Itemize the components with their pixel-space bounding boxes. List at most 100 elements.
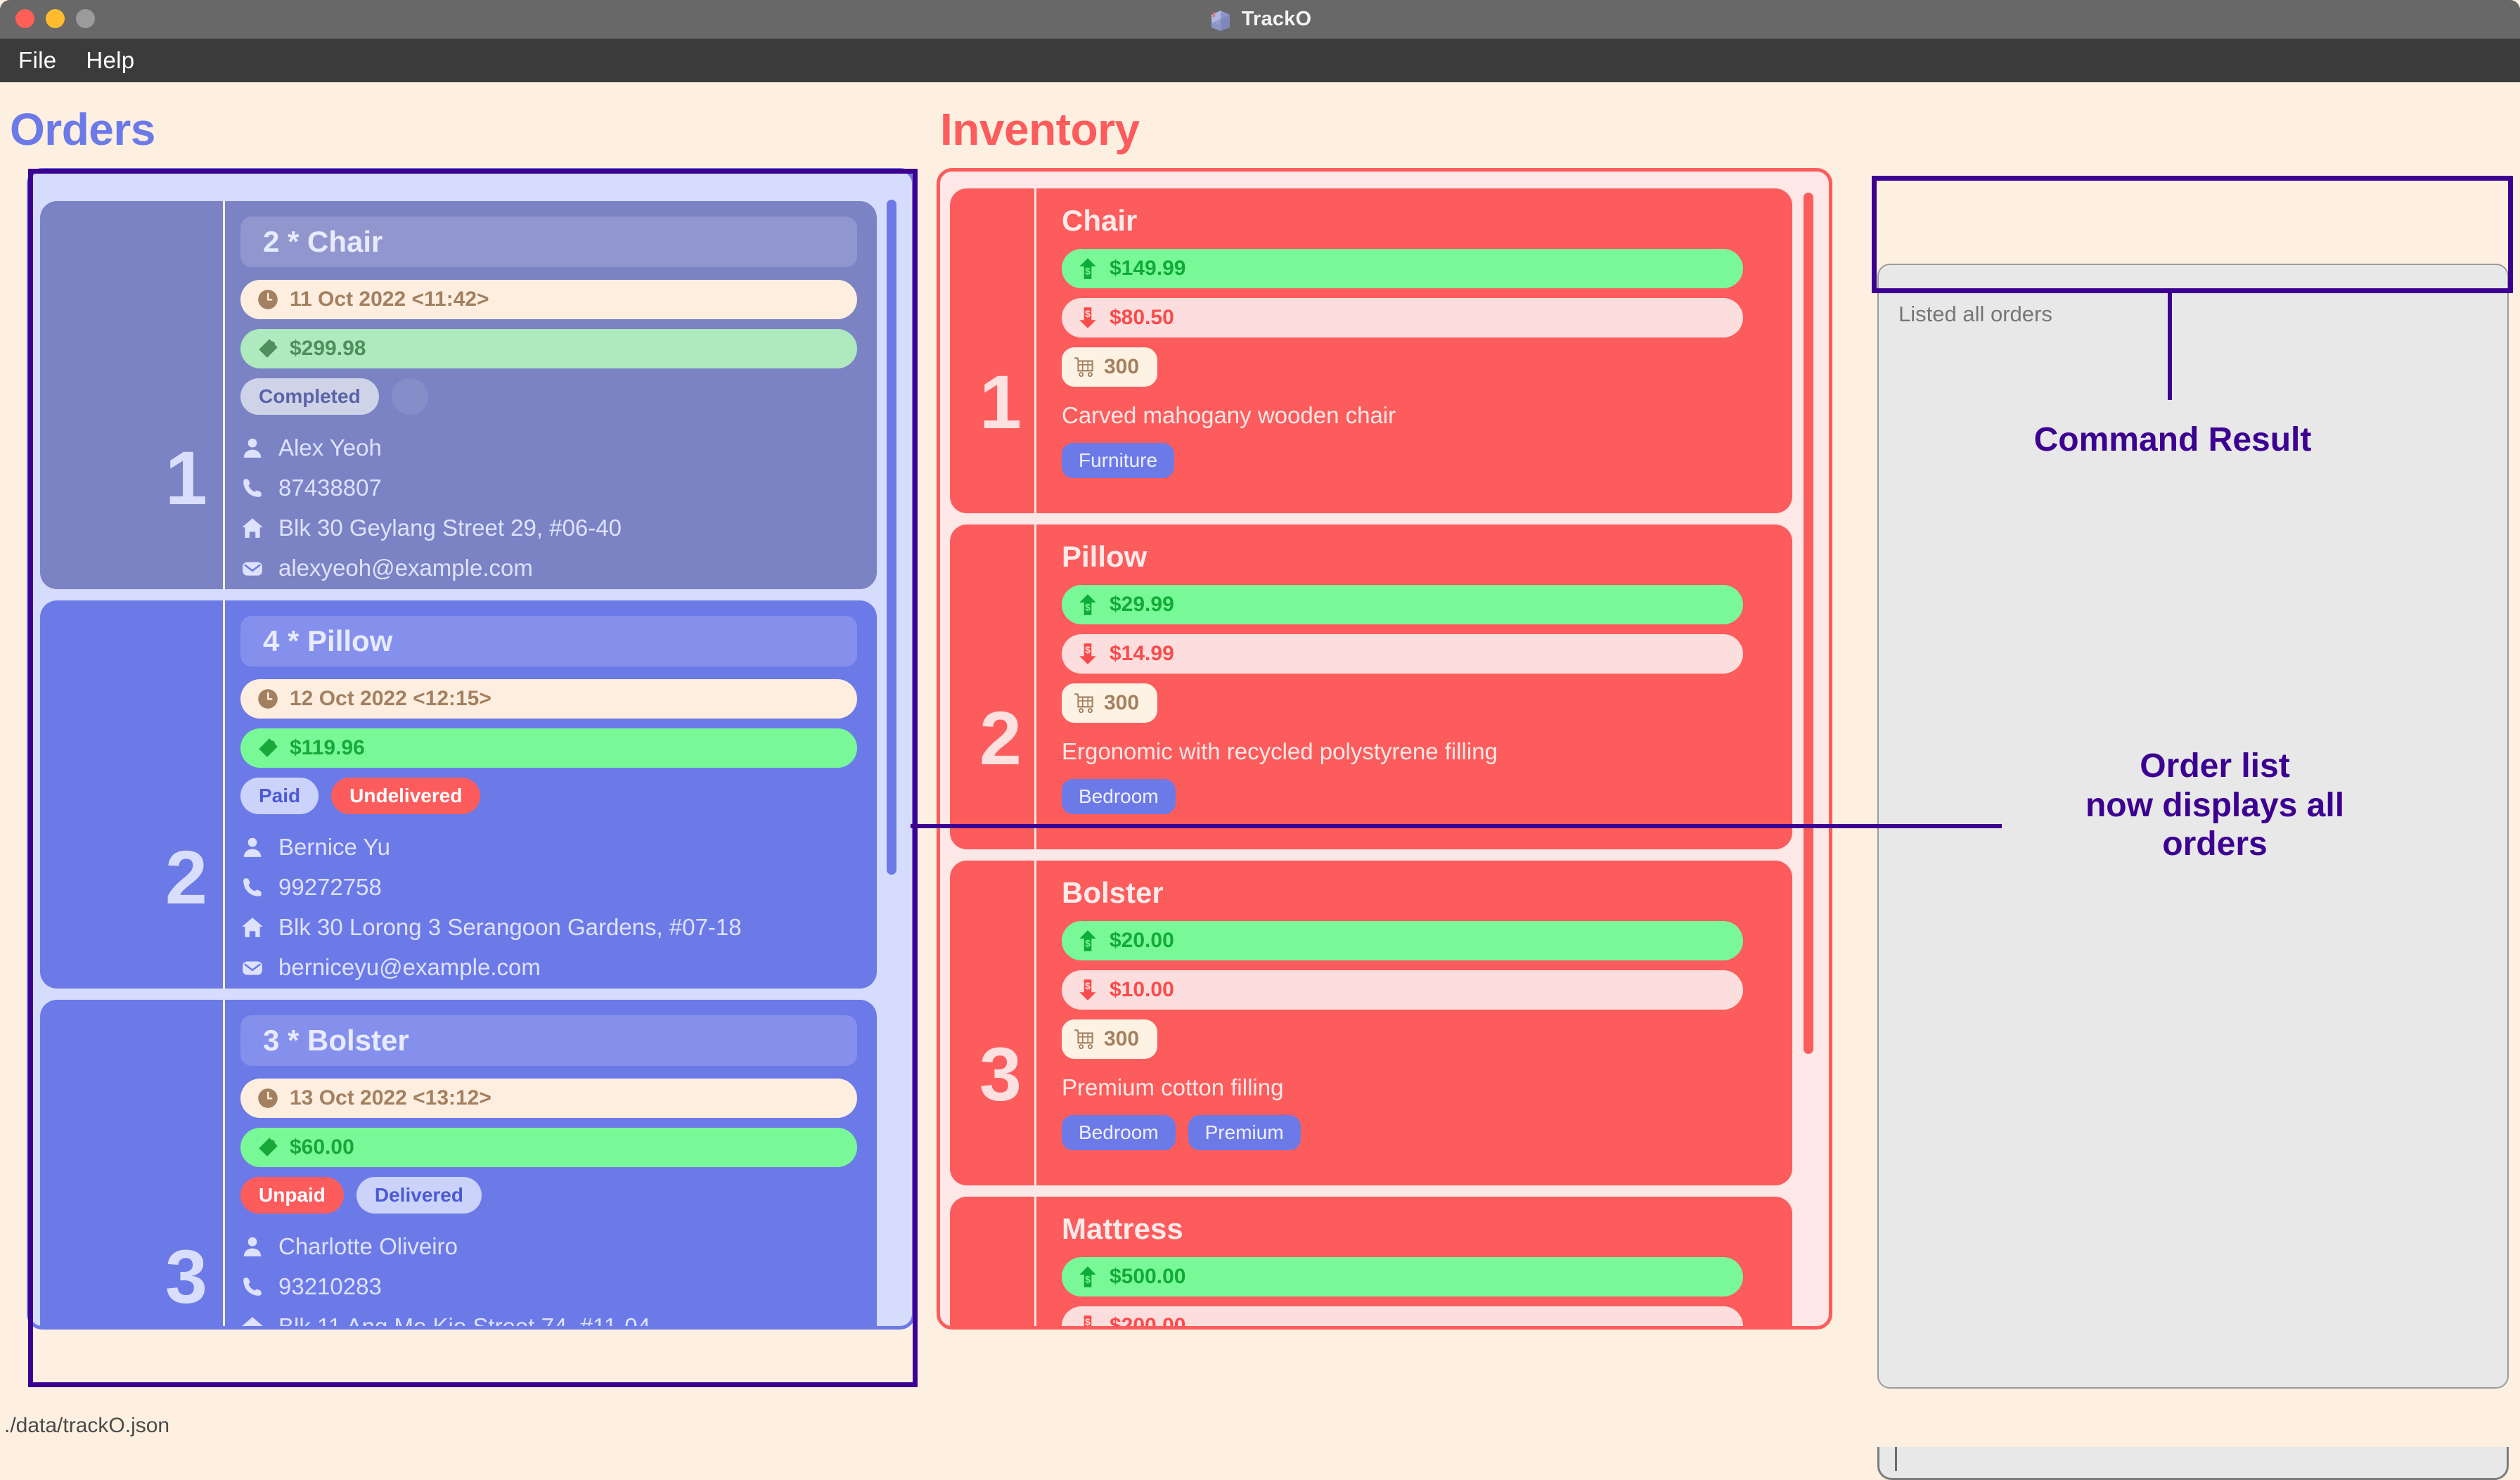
order-customer-line: Charlotte Oliveiro	[240, 1226, 857, 1266]
order-badge: Unpaid	[240, 1177, 344, 1214]
inventory-tag-row: Furniture	[1062, 443, 1743, 478]
order-badge-row: Completed	[240, 378, 857, 415]
order-title: 2 * Chair	[240, 217, 857, 267]
order-customer-name: Alex Yeoh	[278, 434, 382, 461]
order-card-body: 4 * Pillow 12 Oct 2022 <12:15> $119.96 Paid…	[225, 600, 877, 989]
inventory-index-number: 2	[979, 695, 1022, 780]
inventory-card[interactable]: 1 Chair $ $149.99 $ $80.50 300 Carved mahogany …	[950, 188, 1792, 513]
inventory-sell-price-pill: $ $20.00	[1062, 921, 1743, 960]
order-total-pill: $60.00	[240, 1128, 857, 1167]
envelope-icon	[243, 961, 262, 975]
shopping-cart-icon	[1074, 1029, 1093, 1050]
inventory-tag: Bedroom	[1062, 779, 1176, 814]
inventory-quantity: 300	[1104, 1027, 1140, 1050]
menu-help[interactable]: Help	[86, 47, 134, 74]
order-address: Blk 30 Lorong 3 Serangoon Gardens, #07-1…	[278, 913, 742, 940]
inventory-sell-price-pill: $ $29.99	[1062, 585, 1743, 624]
order-index-number: 2	[165, 835, 207, 920]
inventory-scrollbar[interactable]	[1804, 193, 1813, 1054]
price-up-icon: $	[1079, 594, 1096, 615]
price-up-icon: $	[1079, 258, 1096, 279]
order-index-number: 3	[165, 1234, 207, 1319]
inventory-tag: Bedroom	[1062, 1115, 1176, 1150]
home-icon	[242, 1316, 263, 1326]
order-title: 4 * Pillow	[240, 616, 857, 667]
order-customer-name: Charlotte Oliveiro	[278, 1233, 458, 1259]
inventory-tag: Furniture	[1062, 443, 1175, 478]
order-date-pill: 11 Oct 2022 <11:42>	[240, 280, 857, 319]
order-customer-name: Bernice Yu	[278, 833, 391, 860]
inventory-section-title: Inventory	[940, 104, 1140, 155]
order-total-text: $60.00	[290, 1135, 354, 1159]
price-tag-icon	[259, 1138, 278, 1157]
inventory-cost-price: $14.99	[1110, 642, 1174, 665]
inventory-sell-price-pill: $ $500.00	[1062, 1257, 1743, 1296]
inventory-cost-price-pill: $ $80.50	[1062, 298, 1743, 337]
inventory-card[interactable]: 3 Bolster $ $20.00 $ $10.00 300 Premium cotton …	[950, 861, 1792, 1185]
order-address: Blk 30 Geylang Street 29, #06-40	[278, 514, 622, 541]
inventory-tag-row: Bedroom Premium	[1062, 1115, 1743, 1150]
window-title-group: TrackO	[0, 0, 2520, 39]
order-phone-number: 87438807	[278, 474, 382, 501]
inventory-sell-price: $149.99	[1110, 257, 1186, 280]
main-content: Orders Inventory 1 2 * Chair 11 Oct 2022 <…	[0, 82, 2520, 1480]
inventory-index: 4	[950, 1197, 1034, 1326]
orders-list-panel[interactable]: 1 2 * Chair 11 Oct 2022 <11:42> $299.98 Comp…	[27, 168, 915, 1330]
envelope-icon	[243, 562, 262, 576]
order-total-text: $299.98	[290, 337, 366, 360]
inventory-card[interactable]: 2 Pillow $ $29.99 $ $14.99 300 Ergonomic with r…	[950, 525, 1792, 849]
inventory-sell-price: $20.00	[1110, 929, 1174, 952]
inventory-card-body: Chair $ $149.99 $ $80.50 300 Carved mahogany w…	[1036, 188, 1792, 513]
price-down-icon: $	[1079, 979, 1096, 1000]
order-total-pill: $299.98	[240, 329, 857, 368]
person-icon	[243, 1237, 262, 1256]
inventory-scroll-container[interactable]: 1 Chair $ $149.99 $ $80.50 300 Carved mahogany …	[940, 188, 1829, 1327]
order-card[interactable]: 3 3 * Bolster 13 Oct 2022 <13:12> $60.00 Unp…	[40, 1000, 877, 1326]
inventory-description: Premium cotton filling	[1062, 1074, 1284, 1100]
window-title: TrackO	[1241, 8, 1312, 30]
order-address-line: Blk 11 Ang Mo Kio Street 74, #11-04	[240, 1306, 857, 1326]
order-index: 3	[40, 1000, 223, 1326]
price-tag-icon	[259, 339, 278, 358]
inventory-card[interactable]: 4Mattress$$500.00$$200.00300	[950, 1197, 1792, 1327]
inventory-sell-price: $29.99	[1110, 593, 1174, 616]
inventory-cost-price-pill: $ $10.00	[1062, 970, 1743, 1010]
orders-scroll-container[interactable]: 1 2 * Chair 11 Oct 2022 <11:42> $299.98 Comp…	[30, 201, 912, 1326]
clock-icon	[258, 290, 278, 309]
menu-bar: File Help	[0, 39, 2520, 82]
order-email-line: alexyeoh@example.com	[240, 548, 857, 588]
inventory-quantity-pill: 300	[1062, 683, 1157, 723]
orders-scrollbar[interactable]	[887, 200, 896, 875]
phone-icon	[243, 478, 262, 497]
order-phone-number: 93210283	[278, 1273, 382, 1299]
order-index: 1	[40, 201, 223, 589]
inventory-list-panel[interactable]: 1 Chair $ $149.99 $ $80.50 300 Carved mahogany …	[937, 168, 1832, 1330]
order-badge-placeholder	[391, 378, 428, 415]
order-email: alexyeoh@example.com	[278, 554, 533, 581]
order-phone-line: 87438807	[240, 468, 857, 508]
order-address-line: Blk 30 Lorong 3 Serangoon Gardens, #07-1…	[240, 907, 857, 947]
menu-file[interactable]: File	[18, 47, 56, 74]
inventory-quantity: 300	[1104, 355, 1140, 378]
phone-icon	[243, 1277, 262, 1296]
order-phone-line: 93210283	[240, 1266, 857, 1306]
person-icon	[243, 837, 262, 857]
order-index: 2	[40, 600, 223, 989]
inventory-sell-price-pill: $ $149.99	[1062, 249, 1743, 288]
svg-text:$: $	[1085, 1316, 1091, 1327]
home-icon	[242, 517, 263, 538]
price-tag-icon	[259, 738, 278, 757]
inventory-card-body: Mattress$$500.00$$200.00300	[1036, 1197, 1792, 1327]
price-down-icon: $	[1079, 643, 1096, 664]
save-location-path: ./data/trackO.json	[4, 1414, 170, 1437]
order-card[interactable]: 1 2 * Chair 11 Oct 2022 <11:42> $299.98 Comp…	[40, 201, 877, 589]
home-icon	[242, 917, 263, 937]
order-badge: Paid	[240, 778, 319, 814]
order-card[interactable]: 2 4 * Pillow 12 Oct 2022 <12:15> $119.96 Pai…	[40, 600, 877, 989]
order-badge: Undelivered	[331, 778, 481, 814]
inventory-item-name: Bolster	[1062, 876, 1164, 909]
person-icon	[243, 438, 262, 458]
inventory-index: 3	[950, 861, 1034, 1185]
inventory-index-number: 3	[979, 1031, 1022, 1117]
inventory-sell-price: $500.00	[1110, 1265, 1186, 1288]
